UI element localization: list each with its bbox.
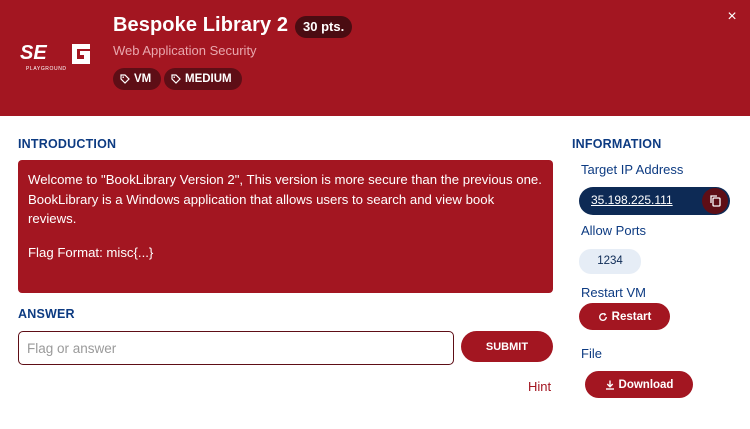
tag-icon [171,74,181,84]
intro-paragraph-1: Welcome to "BookLibrary Version 2", This… [28,172,542,187]
introduction-box: Welcome to "BookLibrary Version 2", This… [18,160,553,293]
copy-icon[interactable] [702,188,728,214]
download-icon [605,380,614,390]
download-button[interactable]: Download [585,371,693,398]
close-icon[interactable]: × [725,9,739,25]
tag-icon [120,74,130,84]
svg-text:SE: SE [20,42,47,64]
svg-text:PLAYGROUND: PLAYGROUND [26,66,67,72]
tag-difficulty: MEDIUM [164,68,242,90]
restart-vm-label: Restart VM [581,285,647,300]
answer-input[interactable] [18,331,454,365]
refresh-icon [598,312,607,321]
tag-label: MEDIUM [185,73,232,85]
challenge-title: Bespoke Library 2 [113,14,289,36]
challenge-header: SE PLAYGROUND Bespoke Library 2 30 pts. … [0,0,750,116]
intro-paragraph-2: BookLibrary is a Windows application tha… [28,191,495,227]
target-ip-label: Target IP Address [581,162,684,177]
tag-vm: VM [113,68,162,90]
answer-heading: ANSWER [18,307,75,321]
points-badge: 30 pts. [295,16,353,38]
restart-button[interactable]: Restart [579,303,670,330]
restart-button-label: Restart [611,310,652,323]
port-value: 1234 [579,249,641,274]
allow-ports-label: Allow Ports [581,223,647,238]
tag-label: VM [134,73,152,85]
target-ip-value[interactable]: 35.198.225.111 [591,193,673,207]
download-button-label: Download [618,378,674,391]
flag-format: Flag Format: misc{...} [28,244,154,260]
information-heading: INFORMATION [572,137,662,151]
sec-playground-logo: SE PLAYGROUND [20,42,90,72]
target-ip-pill: 35.198.225.111 [579,187,730,215]
file-label: File [581,346,602,361]
hint-link[interactable]: Hint [528,379,551,394]
challenge-category: Web Application Security [113,43,257,58]
submit-button[interactable]: SUBMIT [461,331,553,362]
introduction-heading: INTRODUCTION [18,137,117,151]
